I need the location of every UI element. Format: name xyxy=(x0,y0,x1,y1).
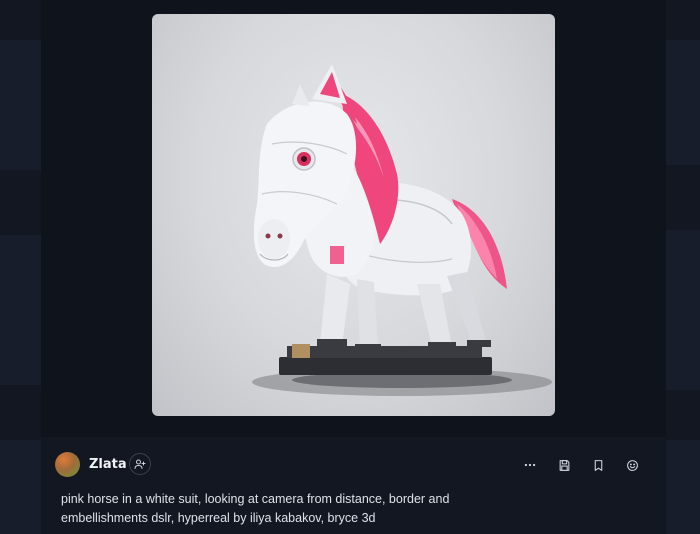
prompt-text: pink horse in a white suit, looking at c… xyxy=(61,492,450,525)
generated-image[interactable] xyxy=(152,14,555,416)
background-thumbnail xyxy=(666,40,700,165)
image-detail-modal: Zlata pink horse in a white suit, lookin… xyxy=(41,0,666,534)
background-thumbnail xyxy=(0,235,41,385)
react-button[interactable] xyxy=(621,454,643,476)
smile-icon xyxy=(626,459,638,471)
post-toolbar: Zlata xyxy=(41,445,666,485)
avatar[interactable] xyxy=(55,452,80,477)
follow-button[interactable] xyxy=(129,453,151,475)
media-viewer xyxy=(41,0,666,437)
bookmark-icon xyxy=(594,459,602,471)
user-plus-icon xyxy=(134,459,146,469)
username[interactable]: Zlata xyxy=(89,457,127,472)
horse-illustration xyxy=(252,64,552,396)
more-horizontal-icon xyxy=(524,463,536,467)
background-thumbnail xyxy=(0,440,41,534)
save-icon xyxy=(559,459,569,471)
background-thumbnail xyxy=(666,440,700,534)
bookmark-button[interactable] xyxy=(587,454,609,476)
more-button[interactable] xyxy=(519,454,541,476)
background-page-right xyxy=(666,0,700,534)
background-thumbnail xyxy=(666,230,700,390)
background-page-left xyxy=(0,0,41,534)
background-thumbnail xyxy=(0,40,41,170)
save-button[interactable] xyxy=(553,454,575,476)
